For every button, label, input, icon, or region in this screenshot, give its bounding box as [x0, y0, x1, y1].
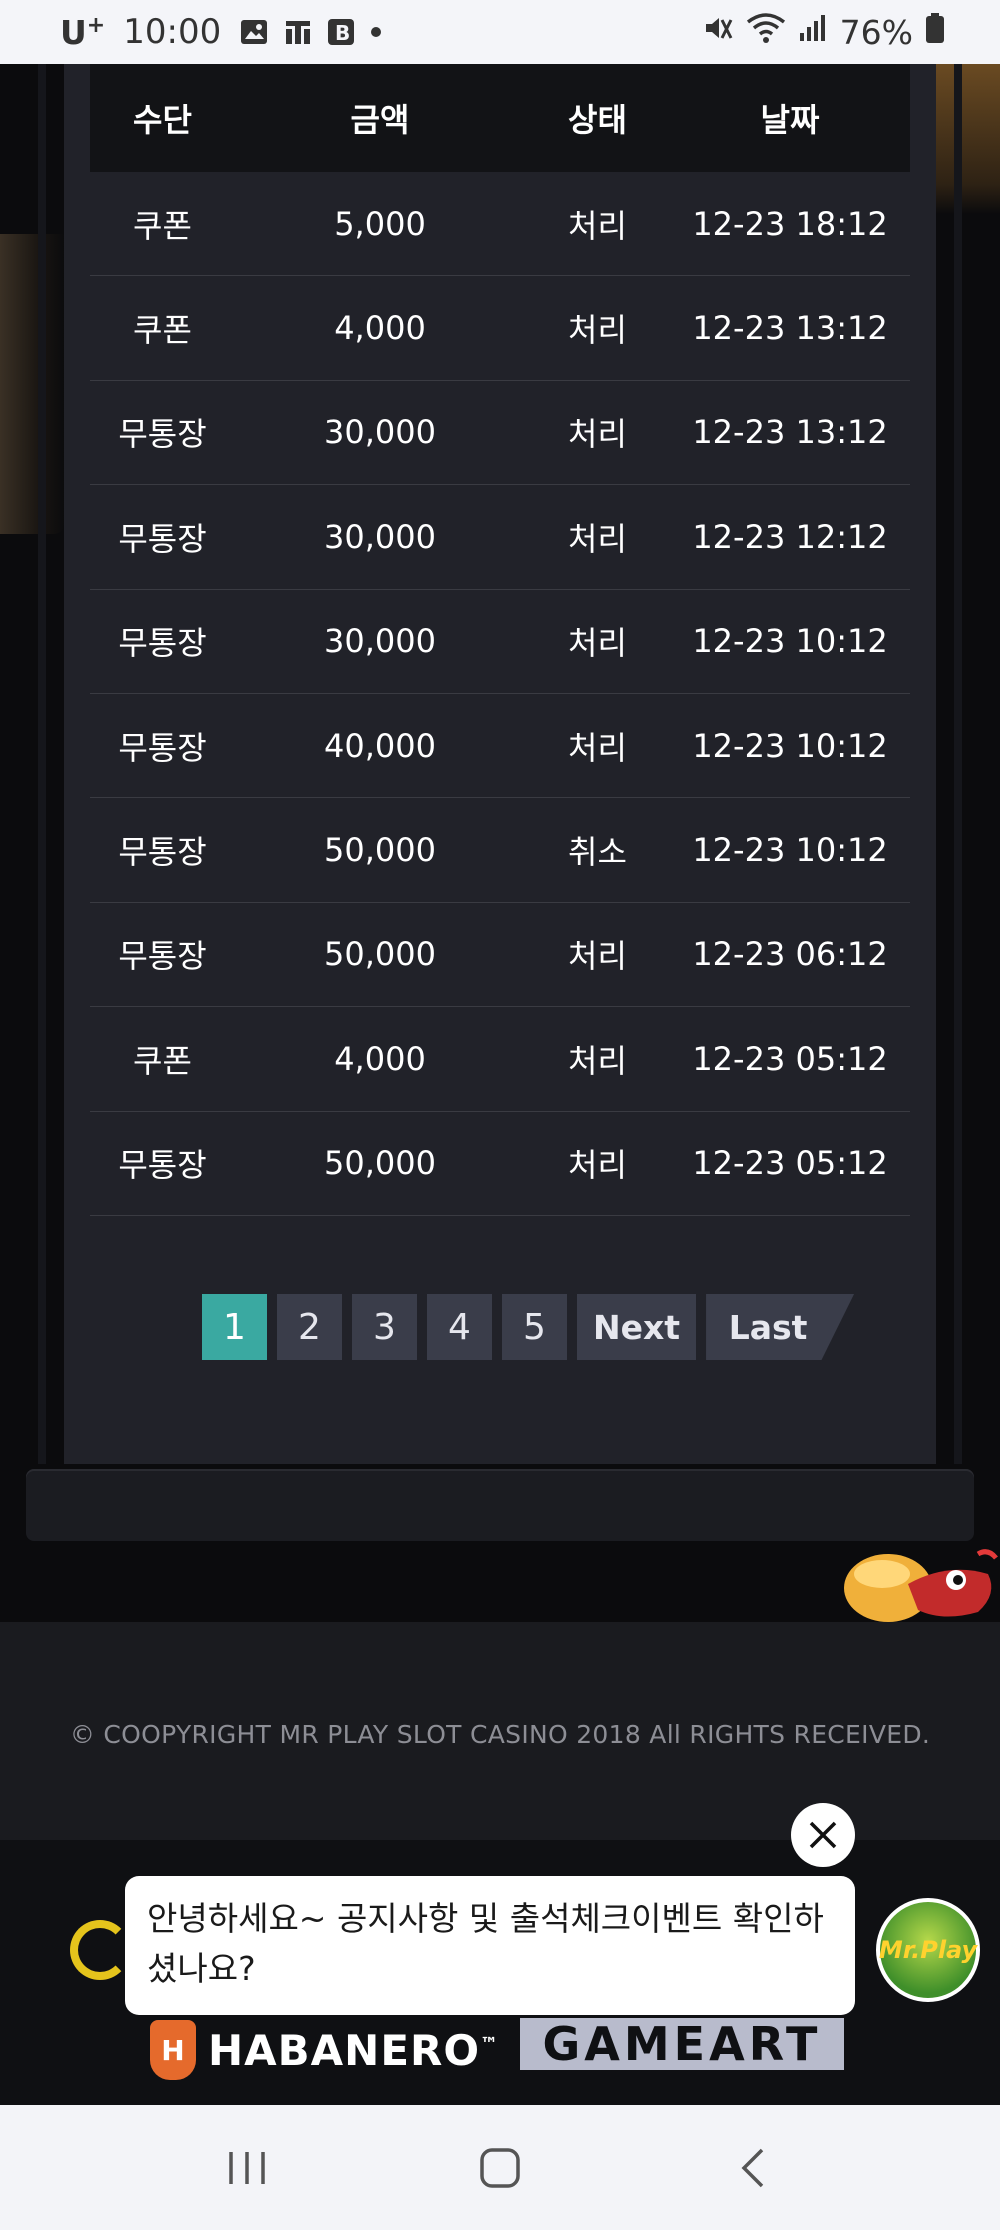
cell-date: 12-23 10:12 [692, 726, 888, 765]
cell-amount: 40,000 [324, 726, 436, 765]
cell-method: 쿠폰 [133, 311, 192, 350]
cell-amount: 30,000 [324, 622, 436, 661]
header-amount: 금액 [350, 101, 410, 139]
cell-method: 무통장 [118, 1146, 207, 1185]
gallery-icon [239, 17, 269, 47]
page-button-4[interactable]: 4 [427, 1294, 492, 1360]
frame-bottom-bar [26, 1469, 974, 1541]
provider-logo-partial [70, 1920, 130, 1980]
table-row: 쿠폰 4,000 처리 12-23 05:12 [90, 1007, 910, 1112]
table-row: 쿠폰 5,000 처리 12-23 18:12 [90, 172, 910, 277]
cell-method: 무통장 [118, 833, 207, 872]
cell-amount: 50,000 [324, 831, 436, 870]
header-date: 날짜 [760, 101, 820, 139]
cell-method: 쿠폰 [133, 206, 192, 245]
back-button[interactable] [713, 2128, 793, 2208]
signal-icon [798, 12, 828, 52]
battery-icon [925, 12, 945, 53]
page-button-5[interactable]: 5 [502, 1294, 567, 1360]
clock: 10:00 [123, 12, 222, 52]
cell-amount: 50,000 [324, 935, 436, 974]
cell-status: 처리 [568, 1041, 627, 1080]
next-page-button[interactable]: Next [577, 1294, 697, 1360]
status-bar: U+ 10:00 B 76% [0, 0, 1000, 64]
cell-method: 무통장 [118, 937, 207, 976]
table-header: 수단 금액 상태 날짜 [90, 64, 910, 172]
cell-amount: 50,000 [324, 1144, 436, 1183]
cell-date: 12-23 13:12 [692, 309, 888, 348]
cell-amount: 5,000 [334, 204, 426, 243]
cell-date: 12-23 10:12 [692, 622, 888, 661]
page-button-2[interactable]: 2 [277, 1294, 342, 1360]
mascot-image [838, 1544, 1000, 1622]
t-app-icon [283, 17, 313, 47]
cell-amount: 4,000 [334, 1039, 426, 1078]
cell-method: 무통장 [118, 415, 207, 454]
table-row: 무통장 30,000 처리 12-23 12:12 [90, 485, 910, 590]
cell-date: 12-23 05:12 [692, 1039, 888, 1078]
habanero-logo: H HABANERO™ [150, 2020, 499, 2080]
cell-date: 12-23 12:12 [692, 517, 888, 556]
cell-method: 무통장 [118, 728, 207, 767]
b-app-icon: B [327, 17, 355, 47]
cell-amount: 30,000 [324, 413, 436, 452]
cell-method: 무통장 [118, 519, 207, 558]
cell-method: 쿠폰 [133, 1041, 192, 1080]
chat-message-bubble[interactable]: 안녕하세요~ 공지사항 및 출석체크이벤트 확인하셨나요? [125, 1876, 855, 2015]
table-row: 무통장 50,000 처리 12-23 05:12 [90, 1112, 910, 1216]
habanero-mark-icon: H [150, 2020, 196, 2080]
svg-text:B: B [335, 21, 350, 45]
cell-date: 12-23 05:12 [692, 1144, 888, 1183]
table-row: 무통장 30,000 처리 12-23 13:12 [90, 381, 910, 486]
cell-date: 12-23 10:12 [692, 831, 888, 870]
home-icon [480, 2147, 520, 2188]
mute-icon [702, 12, 734, 53]
cell-date: 12-23 06:12 [692, 935, 888, 974]
wifi-icon [746, 12, 786, 53]
gameart-logo: GAMEART [520, 2017, 844, 2071]
cell-date: 12-23 18:12 [692, 204, 888, 243]
back-icon [741, 2148, 764, 2187]
home-button[interactable] [460, 2128, 540, 2208]
table-row: 쿠폰 4,000 처리 12-23 13:12 [90, 276, 910, 381]
game-backdrop: 수단 금액 상태 날짜 쿠폰 5,000 처리 12-23 18:12 쿠폰 4… [0, 64, 1000, 1622]
cell-method: 무통장 [118, 624, 207, 663]
table-row: 무통장 40,000 처리 12-23 10:12 [90, 694, 910, 799]
cell-amount: 4,000 [334, 309, 426, 348]
chat-avatar[interactable]: Mr.Play [876, 1898, 980, 2002]
cell-status: 처리 [568, 624, 627, 663]
recents-button[interactable] [207, 2128, 287, 2208]
cell-status: 처리 [568, 311, 627, 350]
cell-status: 처리 [568, 728, 627, 767]
system-nav-bar [0, 2105, 1000, 2230]
page-button-1[interactable]: 1 [202, 1294, 267, 1360]
cell-status: 취소 [568, 833, 627, 872]
cell-date: 12-23 13:12 [692, 413, 888, 452]
cell-status: 처리 [568, 937, 627, 976]
chat-close-button[interactable] [791, 1803, 855, 1867]
page-button-3[interactable]: 3 [352, 1294, 417, 1360]
habanero-wordmark: HABANERO™ [208, 2025, 500, 2075]
notification-dot-icon [369, 25, 383, 39]
carrier-label: U+ [60, 12, 106, 52]
close-icon [809, 1821, 837, 1849]
table-row: 무통장 30,000 처리 12-23 10:12 [90, 590, 910, 694]
cell-status: 처리 [568, 1146, 627, 1185]
header-method: 수단 [133, 101, 192, 139]
table-row: 무통장 50,000 취소 12-23 10:12 [90, 798, 910, 903]
cell-amount: 30,000 [324, 517, 436, 556]
deposit-history-table: 수단 금액 상태 날짜 쿠폰 5,000 처리 12-23 18:12 쿠폰 4… [90, 64, 910, 1216]
last-page-button[interactable]: Last [706, 1294, 855, 1360]
cell-status: 처리 [568, 415, 627, 454]
battery-percent: 76% [839, 12, 913, 52]
pagination: 1 2 3 4 5 Next Last [202, 1294, 855, 1360]
cell-status: 처리 [568, 206, 627, 245]
cell-status: 처리 [568, 519, 627, 558]
table-row: 무통장 50,000 처리 12-23 06:12 [90, 903, 910, 1008]
recents-icon [228, 2151, 265, 2184]
copyright-text: © COOPYRIGHT MR PLAY SLOT CASINO 2018 Al… [69, 1720, 931, 1749]
header-status: 상태 [568, 101, 627, 139]
